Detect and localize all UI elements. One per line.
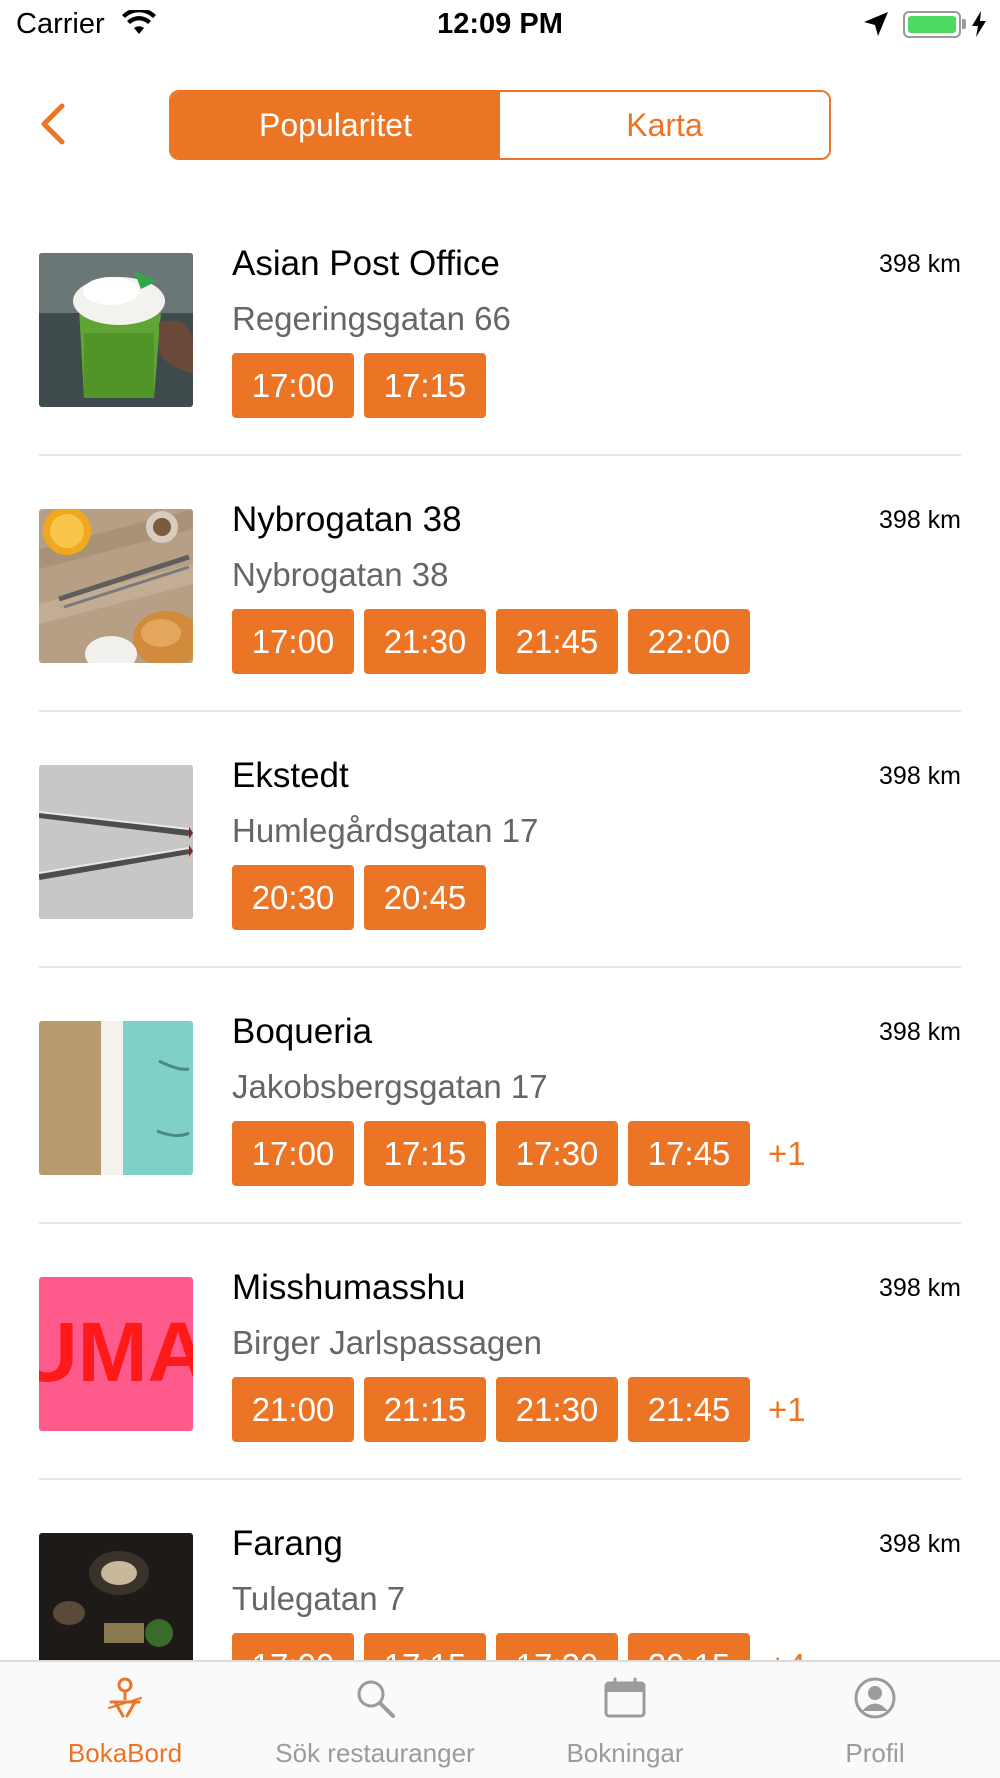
restaurant-thumbnail [39, 765, 193, 919]
time-slot-button[interactable]: 17:30 [496, 1121, 618, 1186]
restaurant-thumbnail: UMA [39, 1277, 193, 1431]
tab-label: Sök restauranger [275, 1738, 475, 1768]
restaurant-row[interactable]: Farang Tulegatan 7 398 km 17:00 17:15 17… [0, 1480, 1000, 1660]
time-slots: 20:30 20:45 [232, 865, 486, 930]
time-slots: 17:00 17:15 [232, 353, 486, 418]
calendar-icon [604, 1677, 646, 1718]
restaurant-name: Boqueria [232, 1012, 373, 1051]
pink-logo-lettering: UMA [39, 1305, 193, 1399]
restaurant-name: Nybrogatan 38 [232, 500, 462, 539]
time-slot-button[interactable]: 21:45 [496, 609, 618, 674]
restaurant-distance: 398 km [879, 506, 961, 534]
status-time: 12:09 PM [437, 8, 563, 40]
status-bar: Carrier 12:09 PM [0, 0, 1000, 52]
tab-bokabord[interactable]: BokaBord [0, 1662, 250, 1778]
sort-segmented-control: Popularitet Karta [169, 90, 831, 160]
more-times-link[interactable]: +1 [768, 1391, 806, 1429]
time-slot-button[interactable]: 21:00 [232, 1377, 354, 1442]
restaurant-row[interactable]: UMA Misshumasshu Birger Jarlspassagen 39… [0, 1224, 1000, 1480]
chevron-left-icon [41, 103, 65, 145]
time-slot-button[interactable]: 21:45 [628, 1377, 750, 1442]
restaurant-name: Asian Post Office [232, 244, 500, 283]
restaurant-row[interactable]: Boqueria Jakobsbergsgatan 17 398 km 17:0… [0, 968, 1000, 1224]
restaurant-address: Regeringsgatan 66 [232, 300, 511, 337]
time-slot-button[interactable]: 17:00 [232, 1121, 354, 1186]
time-slot-button[interactable]: 17:00 [232, 609, 354, 674]
restaurant-thumbnail [39, 1021, 193, 1175]
tab-label: BokaBord [67, 1738, 183, 1768]
restaurant-name: Misshumasshu [232, 1268, 466, 1307]
time-slots: 17:00 21:30 21:45 22:00 [232, 609, 750, 674]
battery-icon [903, 11, 961, 38]
time-slot-button[interactable]: 20:15 [628, 1633, 750, 1660]
restaurant-address: Humlegårdsgatan 17 [232, 812, 539, 849]
time-slot-button[interactable]: 17:00 [232, 353, 354, 418]
restaurant-distance: 398 km [879, 1274, 961, 1302]
time-slot-button[interactable]: 21:30 [496, 1377, 618, 1442]
time-slot-button[interactable]: 20:30 [232, 865, 354, 930]
more-times-link[interactable]: +4 [768, 1647, 806, 1661]
time-slots: 17:00 17:15 17:30 20:15 +4 [232, 1633, 806, 1660]
time-slot-button[interactable]: 17:45 [628, 1121, 750, 1186]
restaurant-distance: 398 km [879, 250, 961, 278]
charging-bolt-icon [972, 11, 986, 37]
restaurant-distance: 398 km [879, 762, 961, 790]
restaurant-thumbnail [39, 1533, 193, 1660]
time-slot-button[interactable]: 17:15 [364, 1633, 486, 1660]
restaurant-list: Asian Post Office Regeringsgatan 66 398 … [0, 200, 1000, 1660]
tab-bookings[interactable]: Bokningar [500, 1662, 750, 1778]
restaurant-row[interactable]: Asian Post Office Regeringsgatan 66 398 … [0, 200, 1000, 456]
back-button[interactable] [30, 96, 80, 152]
segment-karta[interactable]: Karta [500, 92, 829, 158]
tab-label: Profil [845, 1738, 905, 1768]
search-icon [357, 1680, 395, 1718]
time-slot-button[interactable]: 17:15 [364, 353, 486, 418]
battery-tip [962, 19, 966, 29]
time-slot-button[interactable]: 17:00 [232, 1633, 354, 1660]
tab-bar: BokaBord Sök restauranger Bokningar Prof… [0, 1660, 1000, 1778]
time-slot-button[interactable]: 21:15 [364, 1377, 486, 1442]
segment-popularitet[interactable]: Popularitet [171, 92, 500, 158]
tab-profile[interactable]: Profil [750, 1662, 1000, 1778]
tab-search-restaurants[interactable]: Sök restauranger [250, 1662, 500, 1778]
time-slot-button[interactable]: 22:00 [628, 609, 750, 674]
restaurant-address: Jakobsbergsgatan 17 [232, 1068, 548, 1105]
more-times-link[interactable]: +1 [768, 1135, 806, 1173]
restaurant-distance: 398 km [879, 1530, 961, 1558]
time-slot-button[interactable]: 20:45 [364, 865, 486, 930]
time-slots: 21:00 21:15 21:30 21:45 +1 [232, 1377, 806, 1442]
restaurant-thumbnail [39, 253, 193, 407]
restaurant-thumbnail [39, 509, 193, 663]
restaurant-address: Nybrogatan 38 [232, 556, 449, 593]
restaurant-address: Birger Jarlspassagen [232, 1324, 542, 1361]
restaurant-row[interactable]: Nybrogatan 38 Nybrogatan 38 398 km 17:00… [0, 456, 1000, 712]
profile-icon [854, 1677, 896, 1719]
time-slot-button[interactable]: 17:30 [496, 1633, 618, 1660]
bokabord-icon [108, 1677, 142, 1718]
restaurant-row[interactable]: Ekstedt Humlegårdsgatan 17 398 km 20:30 … [0, 712, 1000, 968]
time-slot-button[interactable]: 21:30 [364, 609, 486, 674]
time-slots: 17:00 17:15 17:30 17:45 +1 [232, 1121, 806, 1186]
tab-label: Bokningar [566, 1738, 684, 1768]
restaurant-name: Farang [232, 1524, 343, 1563]
time-slot-button[interactable]: 17:15 [364, 1121, 486, 1186]
location-arrow-icon [864, 12, 888, 36]
restaurant-distance: 398 km [879, 1018, 961, 1046]
restaurant-address: Tulegatan 7 [232, 1580, 406, 1617]
restaurant-name: Ekstedt [232, 756, 349, 795]
